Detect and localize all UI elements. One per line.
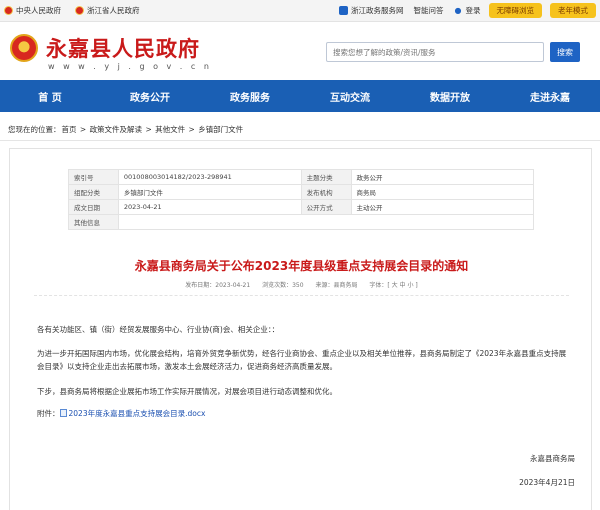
document-title: 永嘉县商务局关于公布2023年度县级重点支持展会目录的通知 [134,259,469,273]
national-emblem-icon [75,6,84,15]
link-zwfw-label: 浙江政务服务网 [351,6,404,15]
document-source: 来源：县商务局 [315,282,358,289]
meta-value: 001008003014182/2023-298941 [117,169,302,185]
meta-key: 其他信息 [68,214,119,230]
document-info: 发布日期：2023-04-21 浏览次数：350 来源：县商务局 字体：[ 大 … [10,280,593,289]
breadcrumb-separator: > [186,125,198,134]
top-utility-bar: 中央人民政府 浙江省人民政府 浙江政务服务网 智能问答 ● 登录 无障碍浏览 老… [0,0,600,22]
user-icon: ● [454,6,462,15]
nav-gov-affairs-open[interactable]: 政务公开 [100,80,200,112]
nav-home[interactable]: 首 页 [0,80,100,112]
government-emblem-icon [10,34,38,62]
site-title[interactable]: 永嘉县人民政府 [46,33,200,63]
link-zhejiang-gov-label: 浙江省人民政府 [87,6,140,15]
meta-value: 2023-04-21 [117,199,302,215]
table-row: 组配分类 乡镇部门文件 发布机构 商务局 [68,184,534,200]
meta-value: 政务公开 [350,169,534,185]
breadcrumb-home[interactable]: 首页 [62,125,77,134]
login-label: 登录 [465,6,481,15]
breadcrumb-dept-docs[interactable]: 乡镇部门文件 [198,125,243,134]
link-central-gov-label: 中央人民政府 [16,6,61,15]
barrier-free-button[interactable]: 无障碍浏览 [488,3,542,18]
site-url: w w w . y j . g o v . c n [48,62,212,71]
table-row: 成文日期 2023-04-21 公开方式 主动公开 [68,199,534,215]
breadcrumb: 您现在的位置：首页 > 政策文件及解读 > 其他文件 > 乡镇部门文件 [8,124,244,135]
meta-key: 成文日期 [68,199,119,215]
divider [0,140,600,141]
body-paragraph-1: 为进一步开拓国际国内市场，优化展会结构，培育外贸竞争新优势，经各行业商协会、重点… [37,349,567,371]
attachment-line: 附件： 2023年度永嘉县重点支持展会目录.docx [37,407,571,420]
meta-key: 公开方式 [300,199,352,215]
breadcrumb-separator: > [77,125,89,134]
divider [34,295,569,296]
elder-mode-button[interactable]: 老年模式 [550,3,596,18]
table-row: 其他信息 [68,214,535,230]
national-emblem-icon [4,6,13,15]
breadcrumb-prefix: 您现在的位置： [8,125,61,134]
word-document-icon [59,409,67,417]
view-count: 浏览次数：350 [262,282,304,289]
article-container: 索引号 001008003014182/2023-298941 主题分类 政务公… [9,148,592,510]
font-size-switcher[interactable]: 字体：[ 大 中 小 ] [369,282,417,289]
meta-value: 商务局 [350,184,534,200]
link-zhejiang-gov[interactable]: 浙江省人民政府 [75,5,140,16]
nav-open-data[interactable]: 数据开放 [400,80,500,112]
login-link[interactable]: ● 登录 [454,5,481,16]
search-button[interactable]: 搜索 [550,42,580,62]
breadcrumb-separator: > [143,125,155,134]
meta-value: 主动公开 [350,199,534,215]
publish-date: 发布日期：2023-04-21 [185,282,251,289]
meta-value [117,214,535,230]
salutation: 各有关功能区、镇（街）经贸发展服务中心、行业协(商)会、相关企业：： [37,325,280,334]
body-paragraph-2: 下步，县商务局将根据企业展拓市场工作实际开展情况，对展会项目进行动态调整和优化。 [37,387,337,396]
link-zwfw[interactable]: 浙江政务服务网 [339,5,404,16]
meta-key: 主题分类 [300,169,352,185]
meta-key: 组配分类 [68,184,119,200]
nav-gov-services[interactable]: 政务服务 [200,80,300,112]
metadata-table: 索引号 001008003014182/2023-298941 主题分类 政务公… [68,169,535,230]
meta-key: 索引号 [68,169,119,185]
meta-value: 乡镇部门文件 [117,184,302,200]
nav-interaction[interactable]: 互动交流 [300,80,400,112]
link-smart-qa-label: 智能问答 [413,6,444,15]
main-nav: 首 页 政务公开 政务服务 互动交流 数据开放 走进永嘉 [0,80,600,112]
breadcrumb-other-docs[interactable]: 其他文件 [155,125,185,134]
nav-about-yongjia[interactable]: 走进永嘉 [500,80,600,112]
breadcrumb-policy[interactable]: 政策文件及解读 [90,125,143,134]
table-row: 索引号 001008003014182/2023-298941 主题分类 政务公… [68,169,534,185]
search-input[interactable] [326,42,544,62]
meta-key: 发布机构 [300,184,352,200]
attachment-link[interactable]: 2023年度永嘉县重点支持展会目录.docx [69,409,206,418]
attachment-label: 附件： [37,409,60,418]
link-central-gov[interactable]: 中央人民政府 [4,5,61,16]
zwfw-logo-icon [339,6,348,15]
link-smart-qa[interactable]: 智能问答 [414,5,444,16]
sign-date: 2023年4月21日 [519,478,575,487]
signer: 永嘉县商务局 [530,454,575,463]
